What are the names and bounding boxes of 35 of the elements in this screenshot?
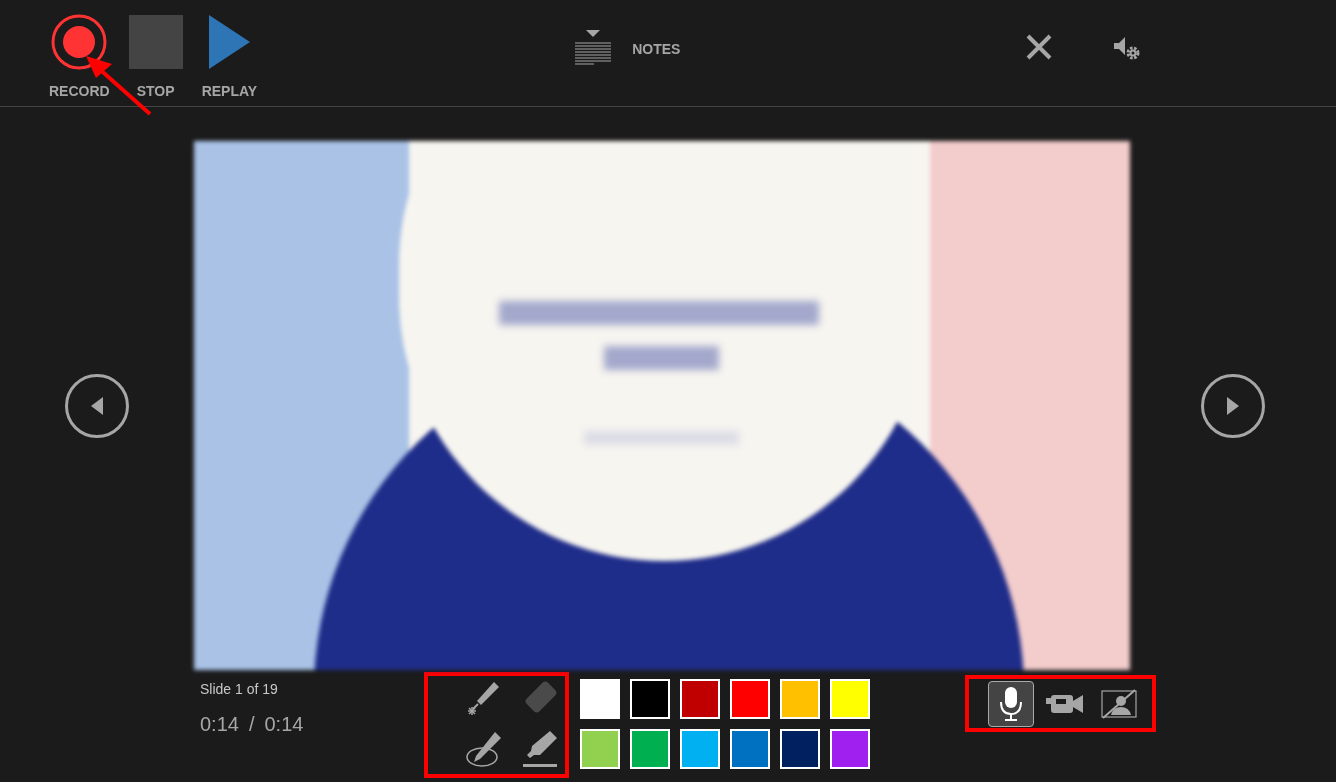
stop-icon: [127, 14, 184, 70]
previous-slide-button[interactable]: [65, 373, 129, 438]
color-swatch[interactable]: [830, 679, 870, 719]
stop-button[interactable]: STOP: [127, 14, 184, 98]
color-swatch[interactable]: [730, 729, 770, 769]
color-swatch[interactable]: [630, 679, 670, 719]
record-icon: [51, 14, 108, 70]
record-button[interactable]: RECORD: [49, 14, 110, 98]
color-swatch[interactable]: [680, 729, 720, 769]
close-icon: [1026, 34, 1053, 60]
color-swatch[interactable]: [680, 679, 720, 719]
color-swatch[interactable]: [780, 729, 820, 769]
notes-icon: [574, 30, 613, 68]
microphone-button[interactable]: [988, 680, 1034, 727]
speaker-gear-icon: [1113, 35, 1142, 61]
microphone-icon: [998, 685, 1024, 722]
left-triangle-icon: [90, 395, 104, 416]
slide-counter: Slide 1 of 19: [200, 680, 279, 699]
right-triangle-icon: [1226, 395, 1240, 416]
total-time: 0:14: [264, 712, 304, 737]
person-crossed-out-icon: [1101, 688, 1137, 719]
close-button[interactable]: [1025, 33, 1054, 61]
replay-button[interactable]: REPLAY: [201, 14, 258, 98]
color-swatch[interactable]: [830, 729, 870, 769]
elapsed-time: 0:14: [200, 712, 239, 737]
time-separator: /: [248, 712, 255, 737]
color-swatch[interactable]: [630, 729, 670, 769]
next-slide-button[interactable]: [1201, 373, 1265, 438]
color-swatch[interactable]: [730, 679, 770, 719]
play-icon: [207, 14, 252, 70]
color-swatch[interactable]: [580, 729, 620, 769]
color-swatch[interactable]: [780, 679, 820, 719]
pen-icon[interactable]: [464, 729, 504, 769]
notes-button[interactable]: NOTES: [574, 30, 681, 68]
color-swatch[interactable]: [580, 679, 620, 719]
